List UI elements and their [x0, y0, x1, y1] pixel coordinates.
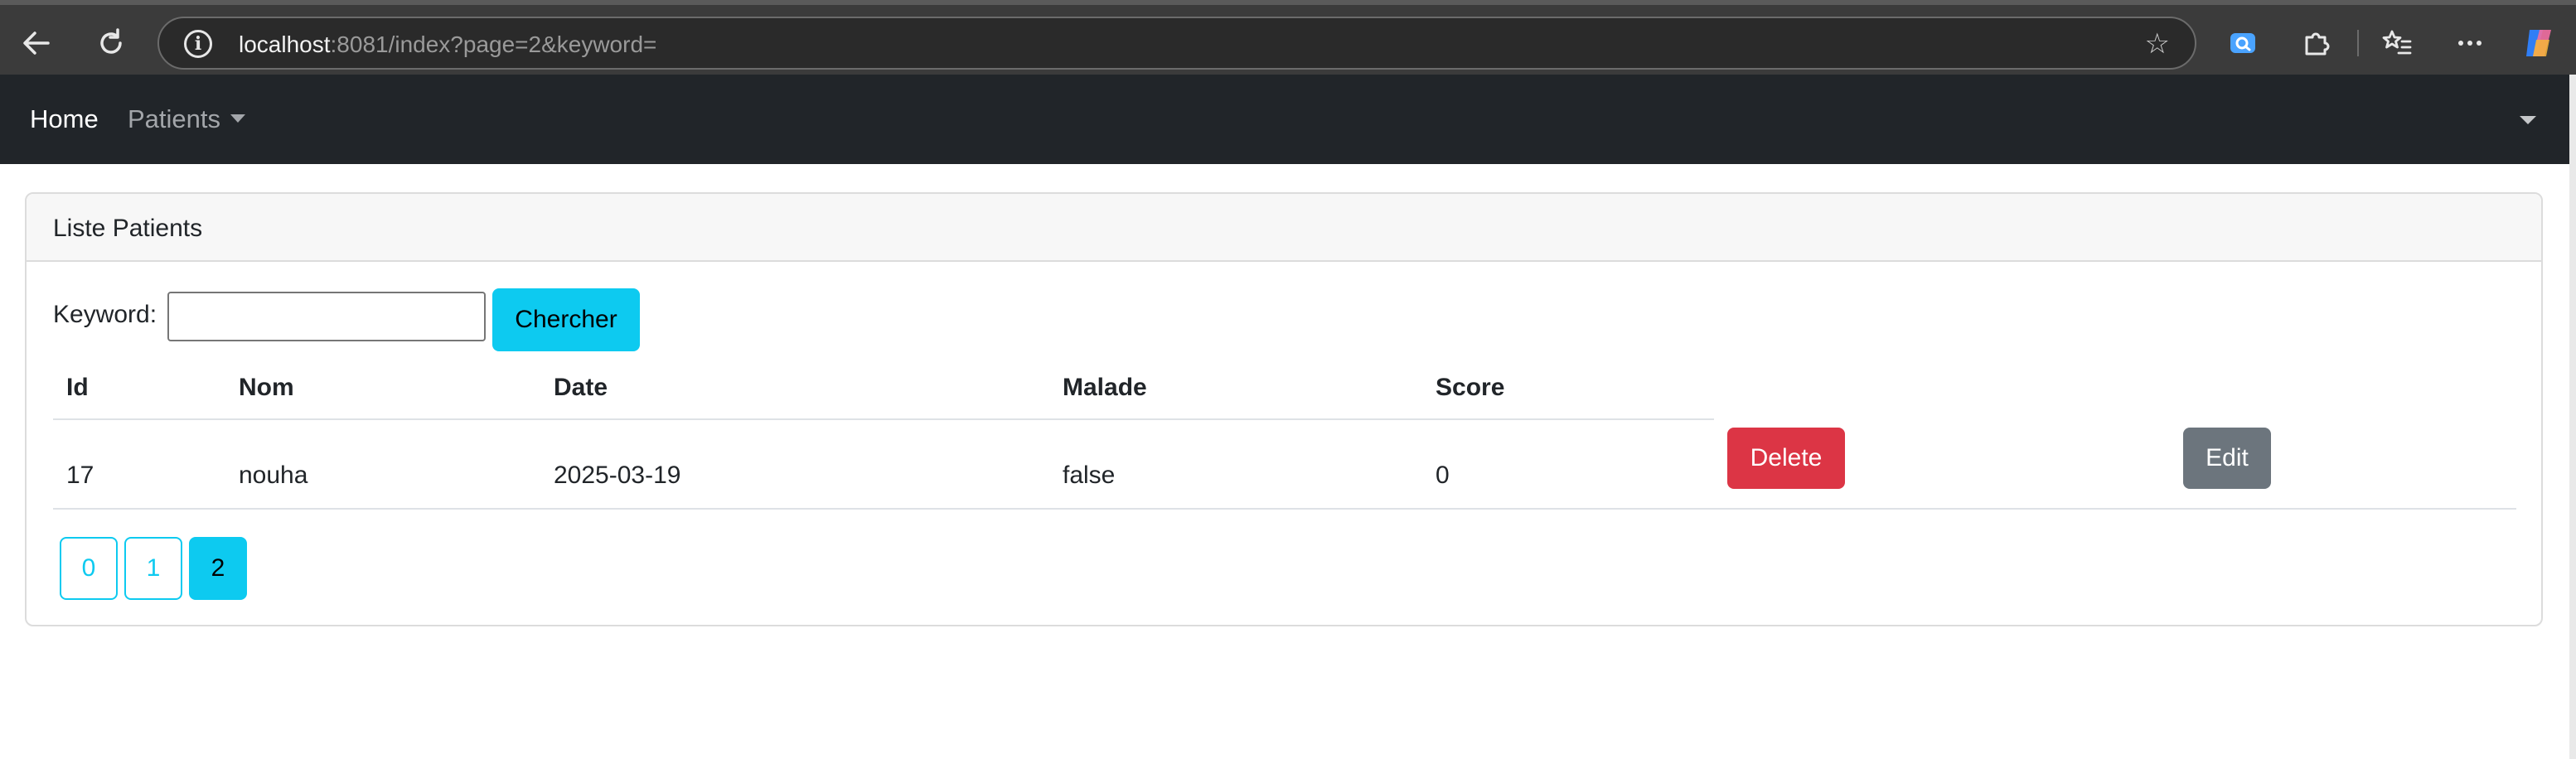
cell-score: 0 — [1422, 419, 1714, 510]
pagination: 0 1 2 — [60, 537, 247, 600]
reload-icon[interactable] — [91, 23, 131, 63]
cell-malade: false — [1049, 419, 1422, 510]
search-button[interactable]: Chercher — [492, 288, 640, 351]
column-header-date: Date — [540, 356, 1049, 420]
patients-table: Id Nom Date Malade Score 17 nouha 2025-0… — [53, 356, 2516, 510]
edit-button[interactable]: Edit — [2183, 427, 2271, 489]
table-header-row: Id Nom Date Malade Score — [53, 356, 2516, 420]
nav-home-link[interactable]: Home — [30, 103, 99, 136]
cell-date: 2025-03-19 — [540, 419, 1049, 510]
url-text: localhost:8081/index?page=2&keyword= — [239, 31, 657, 57]
cell-id: 17 — [53, 419, 225, 510]
back-arrow-icon[interactable] — [17, 23, 56, 63]
favorite-star-icon[interactable]: ☆ — [2145, 28, 2170, 60]
page-button-2[interactable]: 2 — [189, 537, 247, 600]
favorites-icon[interactable] — [2377, 23, 2417, 63]
keyword-label: Keyword: — [53, 301, 157, 328]
column-header-id: Id — [53, 356, 225, 420]
page-scrollbar[interactable] — [2569, 75, 2576, 759]
patients-card: Liste Patients Keyword: Chercher Id Nom … — [25, 192, 2543, 626]
page-button-1[interactable]: 1 — [124, 537, 182, 600]
cell-edit: Edit — [2170, 419, 2516, 510]
column-header-score: Score — [1422, 356, 1714, 420]
nav-patients-dropdown[interactable]: Patients — [128, 103, 246, 136]
site-info-icon[interactable]: i — [184, 30, 212, 58]
card-header: Liste Patients — [27, 194, 2541, 262]
column-header-nom: Nom — [225, 356, 540, 420]
page-button-0[interactable]: 0 — [60, 537, 118, 600]
app-navbar: Home Patients — [0, 75, 2569, 164]
column-header-malade: Malade — [1049, 356, 1422, 420]
address-bar[interactable]: i localhost:8081/index?page=2&keyword= ☆ — [157, 17, 2196, 70]
extensions-puzzle-icon[interactable] — [2296, 23, 2336, 63]
browser-toolbar: i localhost:8081/index?page=2&keyword= ☆ — [0, 0, 2576, 75]
nav-patients-label: Patients — [128, 104, 221, 133]
more-options-icon[interactable] — [2450, 23, 2490, 63]
delete-button[interactable]: Delete — [1727, 427, 1845, 489]
toolbar-divider — [2357, 30, 2359, 56]
table-row: 17 nouha 2025-03-19 false 0 Delete Edit — [53, 419, 2516, 510]
caret-down-icon — [230, 114, 246, 123]
cell-nom: nouha — [225, 419, 540, 510]
keyword-input[interactable] — [167, 292, 486, 341]
column-header-delete — [1714, 356, 2170, 419]
copilot-icon[interactable] — [2520, 23, 2559, 63]
navbar-dropdown-toggle-icon[interactable] — [2520, 116, 2536, 124]
column-header-edit — [2170, 356, 2516, 419]
extension-search-icon[interactable] — [2223, 23, 2263, 63]
cell-delete: Delete — [1714, 419, 2170, 510]
